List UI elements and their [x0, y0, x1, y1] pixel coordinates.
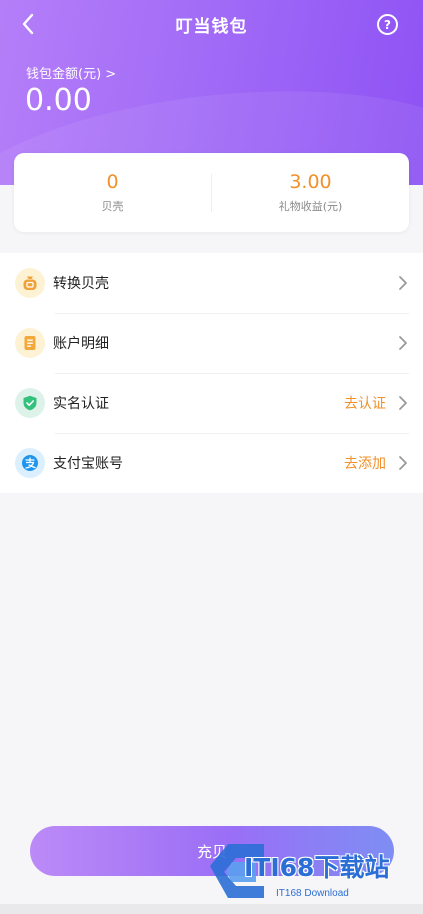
- chevron-right-icon: [399, 456, 407, 470]
- menu-item-action: 去认证: [344, 396, 386, 412]
- shield-check-icon: [15, 388, 45, 418]
- wallet-menu: 转换贝壳 账户明细 实名认证 去认证 支付宝账号 去添加: [0, 253, 423, 493]
- money-bag-icon: [15, 268, 45, 298]
- chevron-right-icon: [399, 396, 407, 410]
- stat-shells[interactable]: 0 贝壳: [14, 171, 211, 214]
- menu-item-label: 账户明细: [53, 336, 109, 352]
- balance-value: 0.00: [25, 83, 92, 118]
- menu-item-real-name-auth[interactable]: 实名认证 去认证: [0, 373, 423, 433]
- chevron-right-icon: [399, 336, 407, 350]
- help-button[interactable]: ?: [377, 14, 398, 35]
- menu-item-alipay-account[interactable]: 支付宝账号 去添加: [0, 433, 423, 493]
- stat-value: 3.00: [289, 171, 332, 193]
- bottom-bar: [0, 904, 423, 914]
- menu-item-convert-shells[interactable]: 转换贝壳: [0, 253, 423, 313]
- balance-label-link[interactable]: 钱包金额(元) >: [26, 63, 116, 82]
- stats-card: 0 贝壳 3.00 礼物收益(元): [14, 153, 409, 232]
- watermark: ITI68下载站 IT168 Download: [206, 834, 416, 906]
- page-title: 叮当钱包: [175, 17, 248, 37]
- menu-item-label: 支付宝账号: [53, 456, 123, 472]
- menu-item-label: 转换贝壳: [53, 276, 109, 292]
- stat-label: 礼物收益(元): [278, 200, 343, 213]
- stat-label: 贝壳: [101, 200, 124, 213]
- watermark-sub: IT168 Download: [276, 888, 349, 899]
- menu-item-account-details[interactable]: 账户明细: [0, 313, 423, 373]
- watermark-brand: ITI68下载站: [244, 853, 390, 882]
- chevron-right-icon: [399, 276, 407, 290]
- stat-gift-income[interactable]: 3.00 礼物收益(元): [212, 171, 409, 214]
- question-icon: ?: [384, 17, 391, 32]
- alipay-icon: [15, 448, 45, 478]
- menu-item-action: 去添加: [344, 456, 386, 472]
- stat-value: 0: [106, 171, 119, 193]
- document-icon: [15, 328, 45, 358]
- menu-item-label: 实名认证: [53, 396, 109, 412]
